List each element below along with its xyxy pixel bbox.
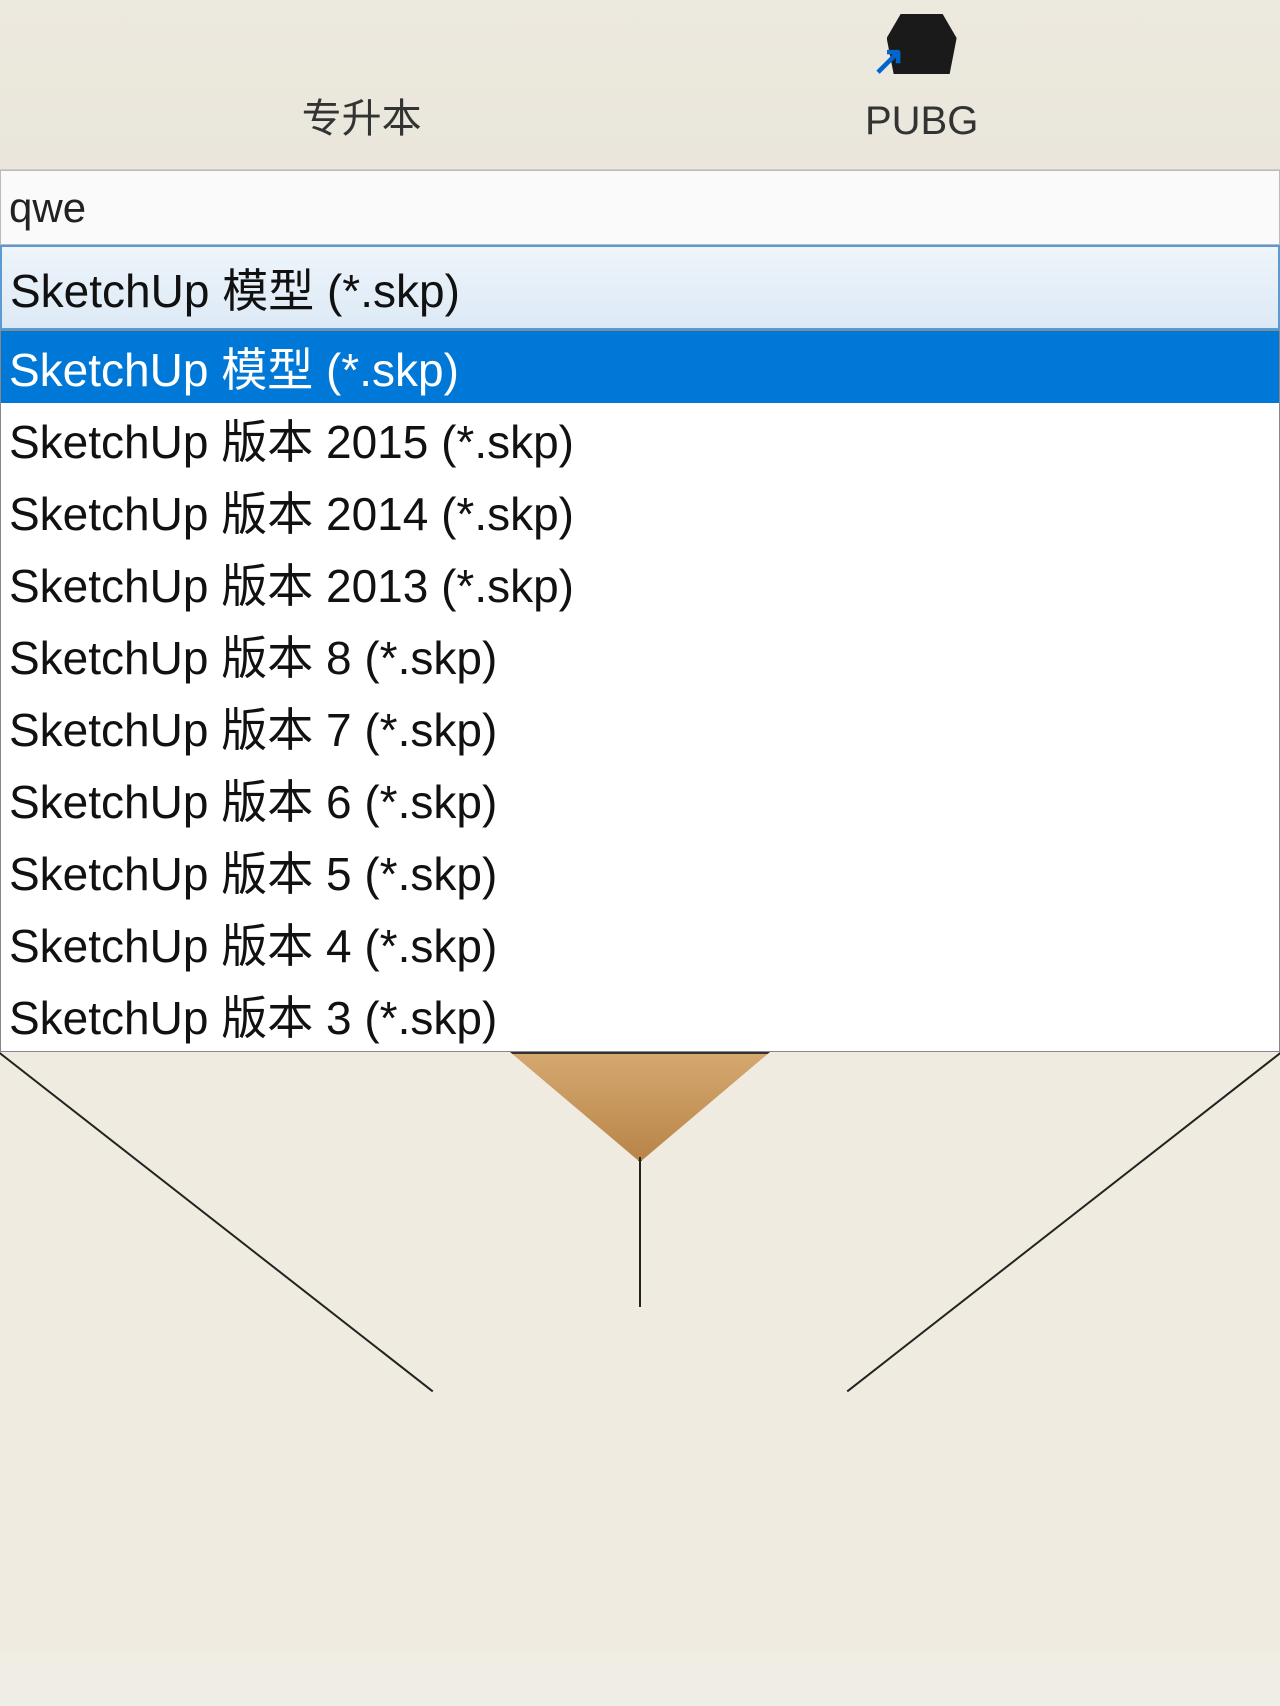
desktop-icon-pubg[interactable]: ↗ PUBG xyxy=(865,0,978,144)
triangle-face xyxy=(510,1052,770,1162)
dropdown-item[interactable]: SketchUp 版本 2014 (*.skp) xyxy=(1,475,1279,547)
filename-value: qwe xyxy=(9,184,86,232)
dropdown-item[interactable]: SketchUp 版本 8 (*.skp) xyxy=(1,619,1279,691)
pubg-app-icon: ↗ xyxy=(877,0,967,89)
filename-input[interactable]: qwe xyxy=(0,170,1280,245)
sketchup-canvas[interactable] xyxy=(0,1052,1280,1652)
icon-label: PUBG xyxy=(865,99,978,144)
dropdown-item-label: SketchUp 版本 8 (*.skp) xyxy=(9,622,497,688)
edge-line xyxy=(847,1052,1280,1392)
dropdown-item-label: SketchUp 版本 3 (*.skp) xyxy=(9,982,497,1048)
dropdown-item-label: SketchUp 版本 4 (*.skp) xyxy=(9,910,497,976)
dropdown-item-label: SketchUp 版本 2015 (*.skp) xyxy=(9,406,574,472)
dropdown-item[interactable]: SketchUp 版本 4 (*.skp) xyxy=(1,907,1279,979)
dropdown-item[interactable]: SketchUp 版本 7 (*.skp) xyxy=(1,691,1279,763)
dropdown-item[interactable]: SketchUp 版本 2015 (*.skp) xyxy=(1,403,1279,475)
desktop-icons-area: 专升本 ↗ PUBG xyxy=(0,0,1280,170)
dropdown-item-label: SketchUp 模型 (*.skp) xyxy=(9,334,459,400)
shortcut-arrow-icon: ↗ xyxy=(872,38,906,84)
dropdown-item[interactable]: SketchUp 模型 (*.skp) xyxy=(1,331,1279,403)
dropdown-item-label: SketchUp 版本 7 (*.skp) xyxy=(9,694,497,760)
dropdown-item-label: SketchUp 版本 2013 (*.skp) xyxy=(9,550,574,616)
dropdown-item-label: SketchUp 版本 6 (*.skp) xyxy=(9,766,497,832)
edge-line xyxy=(0,1052,433,1392)
dropdown-item[interactable]: SketchUp 版本 5 (*.skp) xyxy=(1,835,1279,907)
dropdown-item[interactable]: SketchUp 版本 2013 (*.skp) xyxy=(1,547,1279,619)
filetype-dropdown-list: SketchUp 模型 (*.skp) SketchUp 版本 2015 (*.… xyxy=(0,330,1280,1052)
filetype-dropdown-selected[interactable]: SketchUp 模型 (*.skp) xyxy=(0,245,1280,330)
desktop-icon-zhuanshengben[interactable]: 专升本 xyxy=(302,0,422,144)
dropdown-item-label: SketchUp 版本 2014 (*.skp) xyxy=(9,478,574,544)
axis-line xyxy=(639,1157,641,1307)
dropdown-item-label: SketchUp 版本 5 (*.skp) xyxy=(9,838,497,904)
dropdown-item[interactable]: SketchUp 版本 3 (*.skp) xyxy=(1,979,1279,1051)
filetype-selected-label: SketchUp 模型 (*.skp) xyxy=(10,255,460,321)
icon-label: 专升本 xyxy=(302,86,422,144)
dropdown-item[interactable]: SketchUp 版本 6 (*.skp) xyxy=(1,763,1279,835)
folder-icon xyxy=(317,0,407,76)
